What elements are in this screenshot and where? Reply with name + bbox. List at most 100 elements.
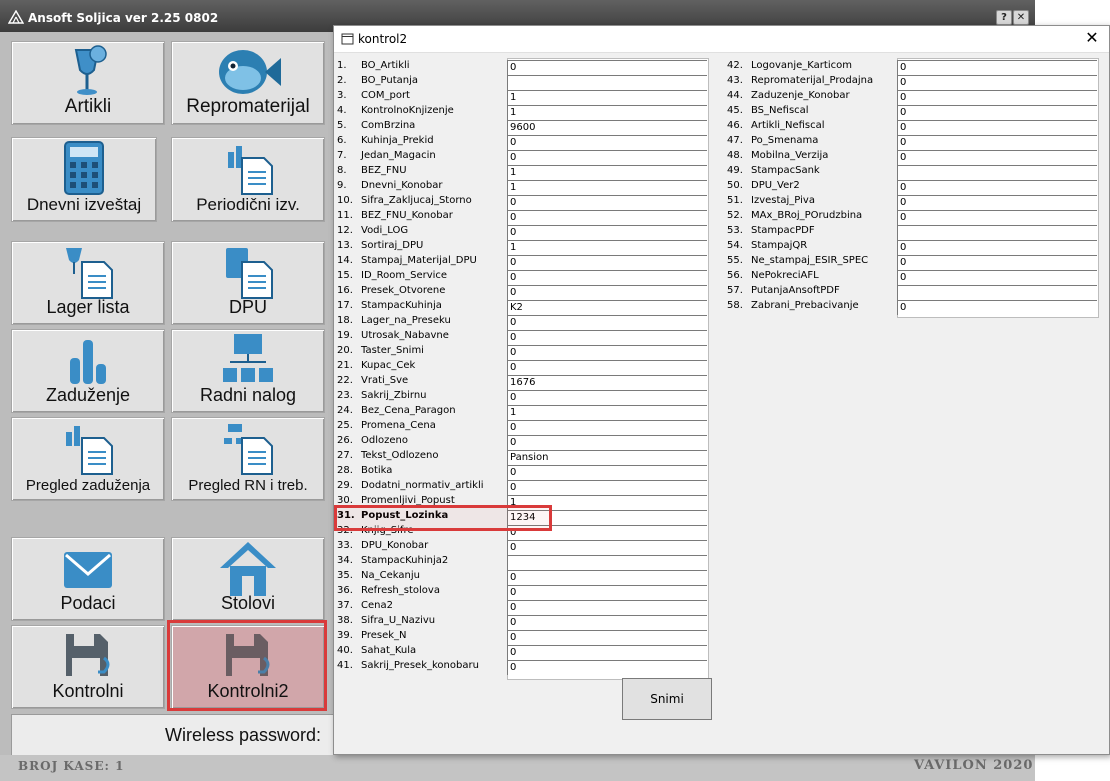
glass-document-icon <box>66 248 113 299</box>
setting-number: 19. <box>337 330 353 341</box>
setting-value-input[interactable]: 0 <box>897 90 1097 105</box>
setting-value-input[interactable]: 0 <box>507 465 707 480</box>
tile-label: Zaduženje <box>45 385 131 405</box>
setting-value-input[interactable]: 0 <box>507 645 707 660</box>
setting-row: 14. Stampaj_Materijal_DPU 0 <box>337 255 707 270</box>
setting-value-input[interactable]: 0 <box>507 480 707 495</box>
setting-value-input[interactable]: 0 <box>897 240 1097 255</box>
setting-value-input[interactable]: 0 <box>897 75 1097 90</box>
tile-lager-lista[interactable]: Lager lista <box>11 241 165 325</box>
setting-value-input[interactable]: 0 <box>507 630 707 645</box>
setting-value-input[interactable]: 0 <box>897 105 1097 120</box>
setting-value-input[interactable]: 1 <box>507 240 707 255</box>
setting-value-input[interactable]: 0 <box>897 60 1097 75</box>
help-button[interactable]: ? <box>996 10 1012 25</box>
setting-name: Presek_Otvorene <box>361 285 446 296</box>
setting-value-input[interactable]: K2 <box>507 300 707 315</box>
tile-pregled-zaduzenja[interactable]: Pregled zaduženja <box>11 417 165 501</box>
setting-value-input[interactable]: 0 <box>897 135 1097 150</box>
setting-value-input[interactable]: 0 <box>507 285 707 300</box>
setting-value-input[interactable] <box>897 225 1097 240</box>
tile-artikli[interactable]: Artikli <box>11 41 165 125</box>
tile-zaduzenje[interactable]: Zaduženje <box>11 329 165 413</box>
setting-value-input[interactable]: 0 <box>507 435 707 450</box>
setting-value-input[interactable]: 0 <box>507 270 707 285</box>
setting-value-input[interactable]: 0 <box>507 600 707 615</box>
setting-value-input[interactable]: 0 <box>507 150 707 165</box>
tile-label: Radni nalog <box>199 385 297 405</box>
setting-value-input[interactable]: 0 <box>507 390 707 405</box>
setting-value-input[interactable]: 0 <box>507 210 707 225</box>
setting-value-input[interactable]: 0 <box>897 120 1097 135</box>
setting-value-input[interactable] <box>897 285 1097 300</box>
setting-name: Repromaterijal_Prodajna <box>751 75 874 86</box>
setting-name: Logovanje_Karticom <box>751 60 852 71</box>
setting-value-input[interactable] <box>897 165 1097 180</box>
setting-value-input[interactable]: 0 <box>897 210 1097 225</box>
setting-value-input[interactable]: 0 <box>507 315 707 330</box>
setting-value-input[interactable]: 0 <box>507 660 707 675</box>
register-number: BROJ KASE: 1 <box>18 759 125 773</box>
tile-label: Periodični izv. <box>196 195 300 214</box>
setting-value-input[interactable]: 0 <box>507 540 707 555</box>
tile-stolovi[interactable]: Stolovi <box>171 537 325 621</box>
setting-value-input[interactable]: 0 <box>507 360 707 375</box>
setting-value-input[interactable]: 1676 <box>507 375 707 390</box>
setting-value-input[interactable]: 0 <box>507 420 707 435</box>
setting-number: 7. <box>337 150 347 161</box>
tile-kontrolni[interactable]: Kontrolni <box>11 625 165 709</box>
dialog-close-button[interactable]: ✕ <box>1083 29 1101 47</box>
setting-row: 56. NePokreciAFL 0 <box>727 270 1097 285</box>
tile-podaci[interactable]: Podaci <box>11 537 165 621</box>
app-close-button[interactable]: ✕ <box>1013 10 1029 25</box>
setting-value-input[interactable]: 0 <box>507 615 707 630</box>
tile-dpu[interactable]: DPU <box>171 241 325 325</box>
setting-value-input[interactable]: 0 <box>897 255 1097 270</box>
setting-value-input[interactable] <box>507 555 707 570</box>
setting-row: 43. Repromaterijal_Prodajna 0 <box>727 75 1097 90</box>
tile-radni-nalog[interactable]: Radni nalog <box>171 329 325 413</box>
setting-value-input[interactable]: 1 <box>507 180 707 195</box>
setting-name: Presek_N <box>361 630 407 641</box>
setting-value-input[interactable]: 1 <box>507 105 707 120</box>
setting-row: 22. Vrati_Sve 1676 <box>337 375 707 390</box>
setting-value-input[interactable]: 1 <box>507 405 707 420</box>
tile-repromaterijal[interactable]: Repromaterijal <box>171 41 325 125</box>
setting-value-input[interactable]: 0 <box>897 270 1097 285</box>
setting-name: NePokreciAFL <box>751 270 819 281</box>
tile-periodicni-izv[interactable]: Periodični izv. <box>171 137 325 222</box>
setting-number: 39. <box>337 630 353 641</box>
setting-value-input[interactable]: 0 <box>507 585 707 600</box>
save-button[interactable]: Snimi <box>622 678 712 720</box>
setting-value-input[interactable]: 0 <box>897 180 1097 195</box>
setting-value-input[interactable]: 0 <box>507 570 707 585</box>
tile-pregled-rn[interactable]: Pregled RN i treb. <box>171 417 325 501</box>
setting-value-input[interactable]: 1 <box>507 165 707 180</box>
setting-value-input[interactable]: Pansion <box>507 450 707 465</box>
setting-name: ComBrzina <box>361 120 416 131</box>
wireless-password-label: Wireless password: <box>165 725 322 745</box>
setting-value-input[interactable]: 0 <box>507 60 707 75</box>
setting-number: 33. <box>337 540 353 551</box>
setting-name: Stampaj_Materijal_DPU <box>361 255 477 266</box>
tile-dnevni-izvestaj[interactable]: Dnevni izveštaj <box>11 137 157 222</box>
tile-label: Dnevni izveštaj <box>26 195 142 214</box>
setting-row: 8. BEZ_FNU 1 <box>337 165 707 180</box>
setting-value-input[interactable]: 0 <box>897 195 1097 210</box>
setting-name: Artikli_Nefiscal <box>751 120 825 131</box>
setting-value-input[interactable]: 0 <box>507 330 707 345</box>
setting-row: 44. Zaduzenje_Konobar 0 <box>727 90 1097 105</box>
setting-value-input[interactable]: 1 <box>507 90 707 105</box>
setting-number: 3. <box>337 90 347 101</box>
setting-value-input[interactable]: 0 <box>507 345 707 360</box>
setting-value-input[interactable]: 0 <box>507 225 707 240</box>
setting-value-input[interactable]: 0 <box>507 255 707 270</box>
setting-value-input[interactable]: 0 <box>897 300 1097 315</box>
setting-number: 36. <box>337 585 353 596</box>
setting-number: 28. <box>337 465 353 476</box>
setting-value-input[interactable]: 0 <box>897 150 1097 165</box>
setting-value-input[interactable] <box>507 75 707 90</box>
setting-value-input[interactable]: 9600 <box>507 120 707 135</box>
setting-value-input[interactable]: 0 <box>507 135 707 150</box>
setting-value-input[interactable]: 0 <box>507 195 707 210</box>
